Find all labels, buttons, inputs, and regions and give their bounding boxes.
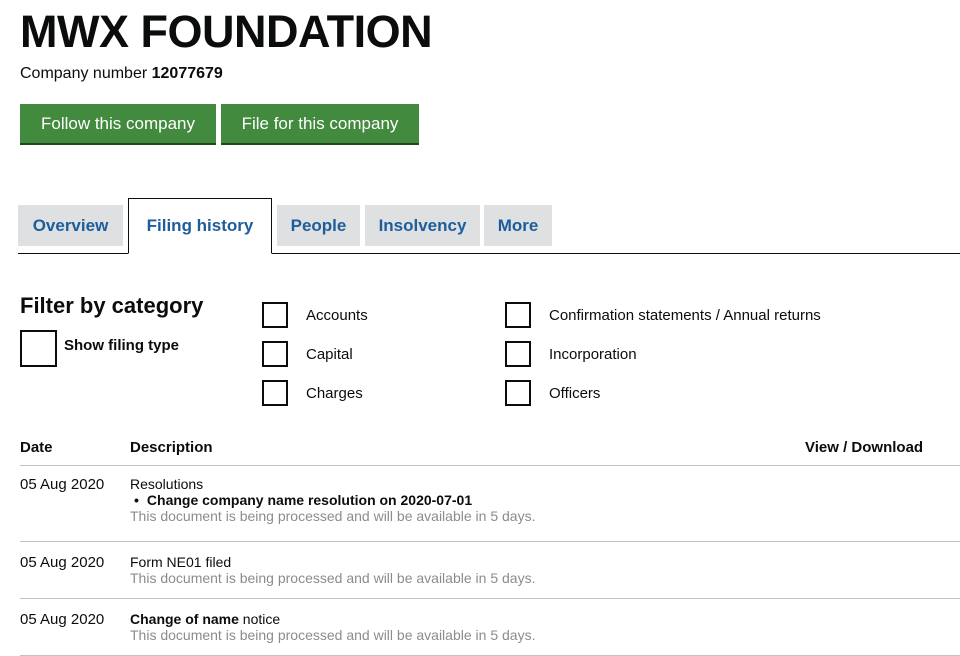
tab-overview[interactable]: Overview (18, 205, 123, 246)
capital-checkbox[interactable] (262, 341, 288, 367)
filing-date: 05 Aug 2020 (20, 554, 105, 571)
description-text: Form NE01 filed (130, 554, 232, 570)
filing-description: Form NE01 filed This document is being p… (130, 554, 535, 586)
company-tabs: Overview Filing history People Insolvenc… (18, 198, 960, 254)
charges-label[interactable]: Charges (306, 385, 363, 403)
confirmation-statements-checkbox[interactable] (505, 302, 531, 328)
description-text: Change of name notice (130, 611, 535, 627)
company-number-value: 12077679 (151, 65, 223, 82)
file-for-company-button[interactable]: File for this company (221, 104, 419, 143)
filing-table-header: Date Description View / Download (20, 440, 960, 466)
company-number: Company number 12077679 (20, 64, 223, 84)
show-filing-type-label[interactable]: Show filing type (64, 337, 179, 355)
tab-more[interactable]: More (484, 205, 552, 246)
processing-status: This document is being processed and wil… (130, 508, 536, 524)
filing-row: 05 Aug 2020 Form NE01 filed This documen… (20, 542, 960, 599)
processing-status: This document is being processed and wil… (130, 627, 536, 643)
tab-people[interactable]: People (277, 205, 360, 246)
description-column-header: Description (130, 439, 213, 456)
confirmation-statements-label[interactable]: Confirmation statements / Annual returns (549, 307, 821, 325)
filing-description: Resolutions • Change company name resolut… (130, 476, 535, 524)
bullet-text: Change company name resolution on 2020-0… (146, 492, 473, 508)
show-filing-type-checkbox[interactable] (20, 330, 57, 367)
tab-insolvency[interactable]: Insolvency (365, 205, 480, 246)
date-column-header: Date (20, 439, 53, 456)
tab-filing-history[interactable]: Filing history (128, 198, 272, 254)
incorporation-checkbox[interactable] (505, 341, 531, 367)
filing-date: 05 Aug 2020 (20, 611, 105, 628)
filing-date: 05 Aug 2020 (20, 476, 105, 493)
filter-title: Filter by category (20, 293, 204, 318)
company-number-label: Company number (20, 65, 148, 82)
bullet-icon: • (134, 492, 139, 508)
description-text: Resolutions (130, 476, 204, 492)
officers-label[interactable]: Officers (549, 385, 600, 403)
filing-row: 05 Aug 2020 Resolutions • Change company … (20, 476, 960, 542)
accounts-checkbox[interactable] (262, 302, 288, 328)
processing-status: This document is being processed and wil… (130, 570, 536, 586)
accounts-label[interactable]: Accounts (306, 307, 368, 325)
page-title: MWX FOUNDATION (20, 6, 433, 57)
charges-checkbox[interactable] (262, 380, 288, 406)
description-bold: Change of name (130, 611, 239, 627)
view-download-column-header: View / Download (805, 439, 924, 456)
capital-label[interactable]: Capital (306, 346, 353, 364)
officers-checkbox[interactable] (505, 380, 531, 406)
incorporation-label[interactable]: Incorporation (549, 346, 637, 364)
description-bullet: • Change company name resolution on 2020-… (130, 492, 535, 508)
filing-row: 05 Aug 2020 Change of name notice This d… (20, 599, 960, 656)
filing-description: Change of name notice This document is b… (130, 611, 535, 643)
description-rest: notice (238, 611, 281, 627)
follow-company-button[interactable]: Follow this company (20, 104, 216, 143)
